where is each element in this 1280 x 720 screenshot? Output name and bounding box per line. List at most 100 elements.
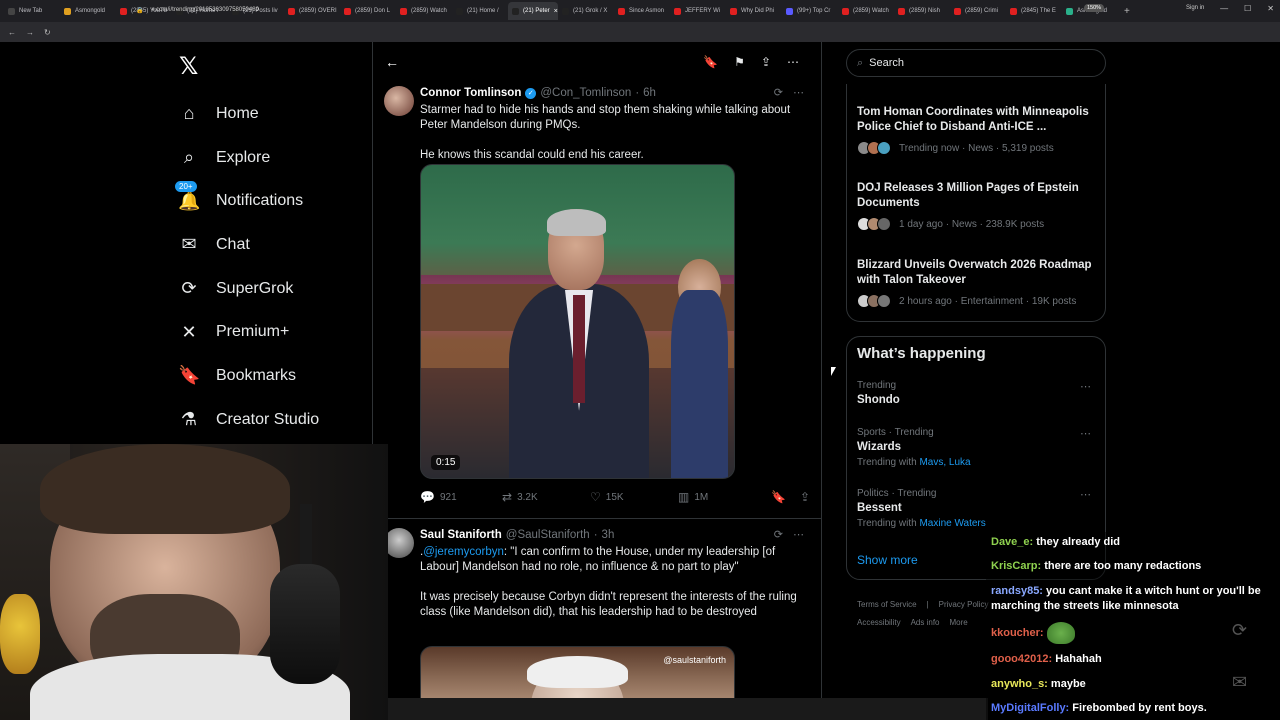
author-name[interactable]: Saul Staniforth [420,528,502,543]
footer-link-terms[interactable]: Terms of Service [857,600,917,609]
share-post-icon[interactable]: ⇪ [800,490,810,504]
browser-tab[interactable]: Asmongold [60,2,116,20]
chat-username[interactable]: kkoucher: [991,627,1044,639]
chat-text: Hahahah [1055,653,1102,665]
repost-count: 3.2K [517,491,538,503]
footer-link-ads-info[interactable]: Ads info [911,618,940,627]
bookmark-icon: 🔖 [178,365,201,386]
chat-text: maybe [1050,678,1086,690]
trend-name: Shondo [857,394,900,406]
more-options-icon[interactable]: ⋯ [793,86,804,101]
avatar[interactable] [384,86,414,116]
webcam-overlay [0,444,388,720]
sidebar-item-premium[interactable]: ✕ Premium+ [178,310,319,354]
avatar[interactable] [384,528,414,558]
zoom-level[interactable]: 150% [1084,4,1105,12]
reply-button[interactable]: 💬 921 [420,490,502,504]
bell-icon: 🔔 [178,190,201,211]
views-button[interactable]: ▥ 1M [678,490,708,504]
more-options-icon[interactable]: ⋯ [1080,380,1091,393]
flag-icon[interactable]: ⚑ [734,55,745,69]
chat-username[interactable]: MyDigitalFolly: [991,702,1069,714]
speaker-figure [508,208,650,478]
bookmark-icon[interactable]: 🔖 [703,55,718,69]
trending-with-link[interactable]: Maxine Waters [919,518,985,529]
sidebar-item-notifications[interactable]: 🔔 Notifications 20+ [175,179,319,223]
sidebar-item-explore[interactable]: ⌕ Explore [178,136,319,180]
chat-username[interactable]: KrisCarp: [991,560,1041,572]
avatar-stack [857,141,891,155]
post-text-2: It was precisely because Corbyn didn't r… [420,591,800,618]
chat-username[interactable]: anywho_s: [991,678,1048,690]
like-button[interactable]: ♡ 15K [590,490,678,504]
url-field[interactable]: 🔒 x.com/i/trending/2018536309758050489 [136,3,1136,17]
video-player[interactable]: 0:15 [420,164,735,479]
sidebar-item-creator-studio[interactable]: ⚗ Creator Studio [178,398,319,442]
url-text[interactable]: x.com/i/trending/2018536309758050489 [151,7,258,13]
news-item[interactable]: Tom Homan Coordinates with Minneapolis P… [857,105,1097,155]
trend-item[interactable]: Politics · Trending Bessent ⋯ Trending with… [857,488,1097,529]
sidebar-item-label: Bookmarks [216,366,297,384]
more-options-icon[interactable]: ⋯ [1080,427,1091,440]
tab-favicon-icon [120,7,127,15]
chat-username[interactable]: randsy85: [991,585,1043,597]
chat-text: there are too many redactions [1044,560,1202,572]
trend-item[interactable]: Trending Shondo ⋯ [857,380,1097,406]
back-arrow-icon[interactable]: ← [385,54,399,70]
x-icon: ✕ [181,321,197,342]
back-icon[interactable]: ← [8,28,16,37]
author-handle[interactable]: @SaulStaniforth [506,528,590,543]
timeline-header: ← 🔖 ⚑ ⇪ ⋯ [373,42,821,82]
post-time[interactable]: 3h [602,528,615,543]
news-item[interactable]: DOJ Releases 3 Million Pages of Epstein … [857,181,1097,231]
chat-message: randsy85: you cant make it a witch hunt … [991,584,1261,614]
share-icon[interactable]: ⇪ [761,55,771,69]
footer-link-more[interactable]: More [949,618,967,627]
more-options-icon[interactable]: ⋯ [793,528,804,543]
news-meta: 1 day ago · News · 238.9K posts [899,218,1045,230]
sidebar-item-bookmarks[interactable]: 🔖 Bookmarks [178,354,319,398]
footer-link-privacy[interactable]: Privacy Policy [939,600,989,609]
bookmark-post-icon[interactable]: 🔖 [771,490,786,504]
x-logo-icon[interactable]: 𝕏 [179,52,198,81]
author-name[interactable]: Connor Tomlinson [420,86,521,101]
post-time[interactable]: 6h [643,86,656,101]
grok-icon[interactable]: ⟳ [1232,604,1247,656]
sidebar-item-supergrok[interactable]: ⟳ SuperGrok [178,267,319,311]
more-icon[interactable]: ⋯ [787,55,799,69]
author-handle[interactable]: @Con_Tomlinson [540,86,631,101]
grok-icon[interactable]: ⟳ [774,528,783,543]
mention-link[interactable]: @jeremycorbyn [423,546,504,558]
trend-category: Politics · Trending [857,488,937,499]
search-input[interactable]: ⌕ Search [846,49,1106,77]
sidebar-item-home[interactable]: ⌂ Home [178,92,319,136]
sidebar-item-chat[interactable]: ✉ Chat [178,223,319,267]
browser-tab[interactable]: New Tab [4,2,60,20]
reload-icon[interactable]: ↻ [44,28,51,37]
tab-favicon-icon [64,7,71,15]
more-options-icon[interactable]: ⋯ [1080,488,1091,501]
pepe-emote-icon [1046,622,1075,644]
search-icon: ⌕ [857,56,864,69]
repost-button[interactable]: ⇄ 3.2K [502,490,590,504]
show-more-link[interactable]: Show more [857,553,918,567]
post-saul-staniforth[interactable]: Saul Staniforth @SaulStaniforth · 3h ⟳ ⋯ … [384,528,814,720]
post-connor-tomlinson[interactable]: Connor Tomlinson ✓ @Con_Tomlinson · 6h ⟳… [384,86,814,516]
forward-icon[interactable]: → [26,28,34,37]
minimize-icon[interactable]: — [1220,4,1228,13]
chat-username[interactable]: Dave_e: [991,536,1033,548]
close-window-icon[interactable]: ✕ [1267,4,1274,13]
trending-with-link[interactable]: Mavs, Luka [919,457,970,468]
chat-username[interactable]: gooo42012: [991,653,1052,665]
sign-in-button[interactable]: Sign in [1186,5,1204,11]
maximize-icon[interactable]: ☐ [1244,4,1251,13]
window-controls[interactable]: — ☐ ✕ [1220,4,1274,13]
chat-message: anywho_s: maybe [991,677,1261,692]
footer-link-accessibility[interactable]: Accessibility [857,618,901,627]
trend-item[interactable]: Sports · Trending Wizards ⋯ Trending with M… [857,427,1097,468]
news-item[interactable]: Blizzard Unveils Overwatch 2026 Roadmap … [857,258,1097,308]
mail-icon[interactable]: ✉ [1232,656,1247,708]
reply-icon: 💬 [420,490,435,504]
grok-icon[interactable]: ⟳ [774,86,783,101]
address-bar: ← → ↻ [0,22,1280,42]
